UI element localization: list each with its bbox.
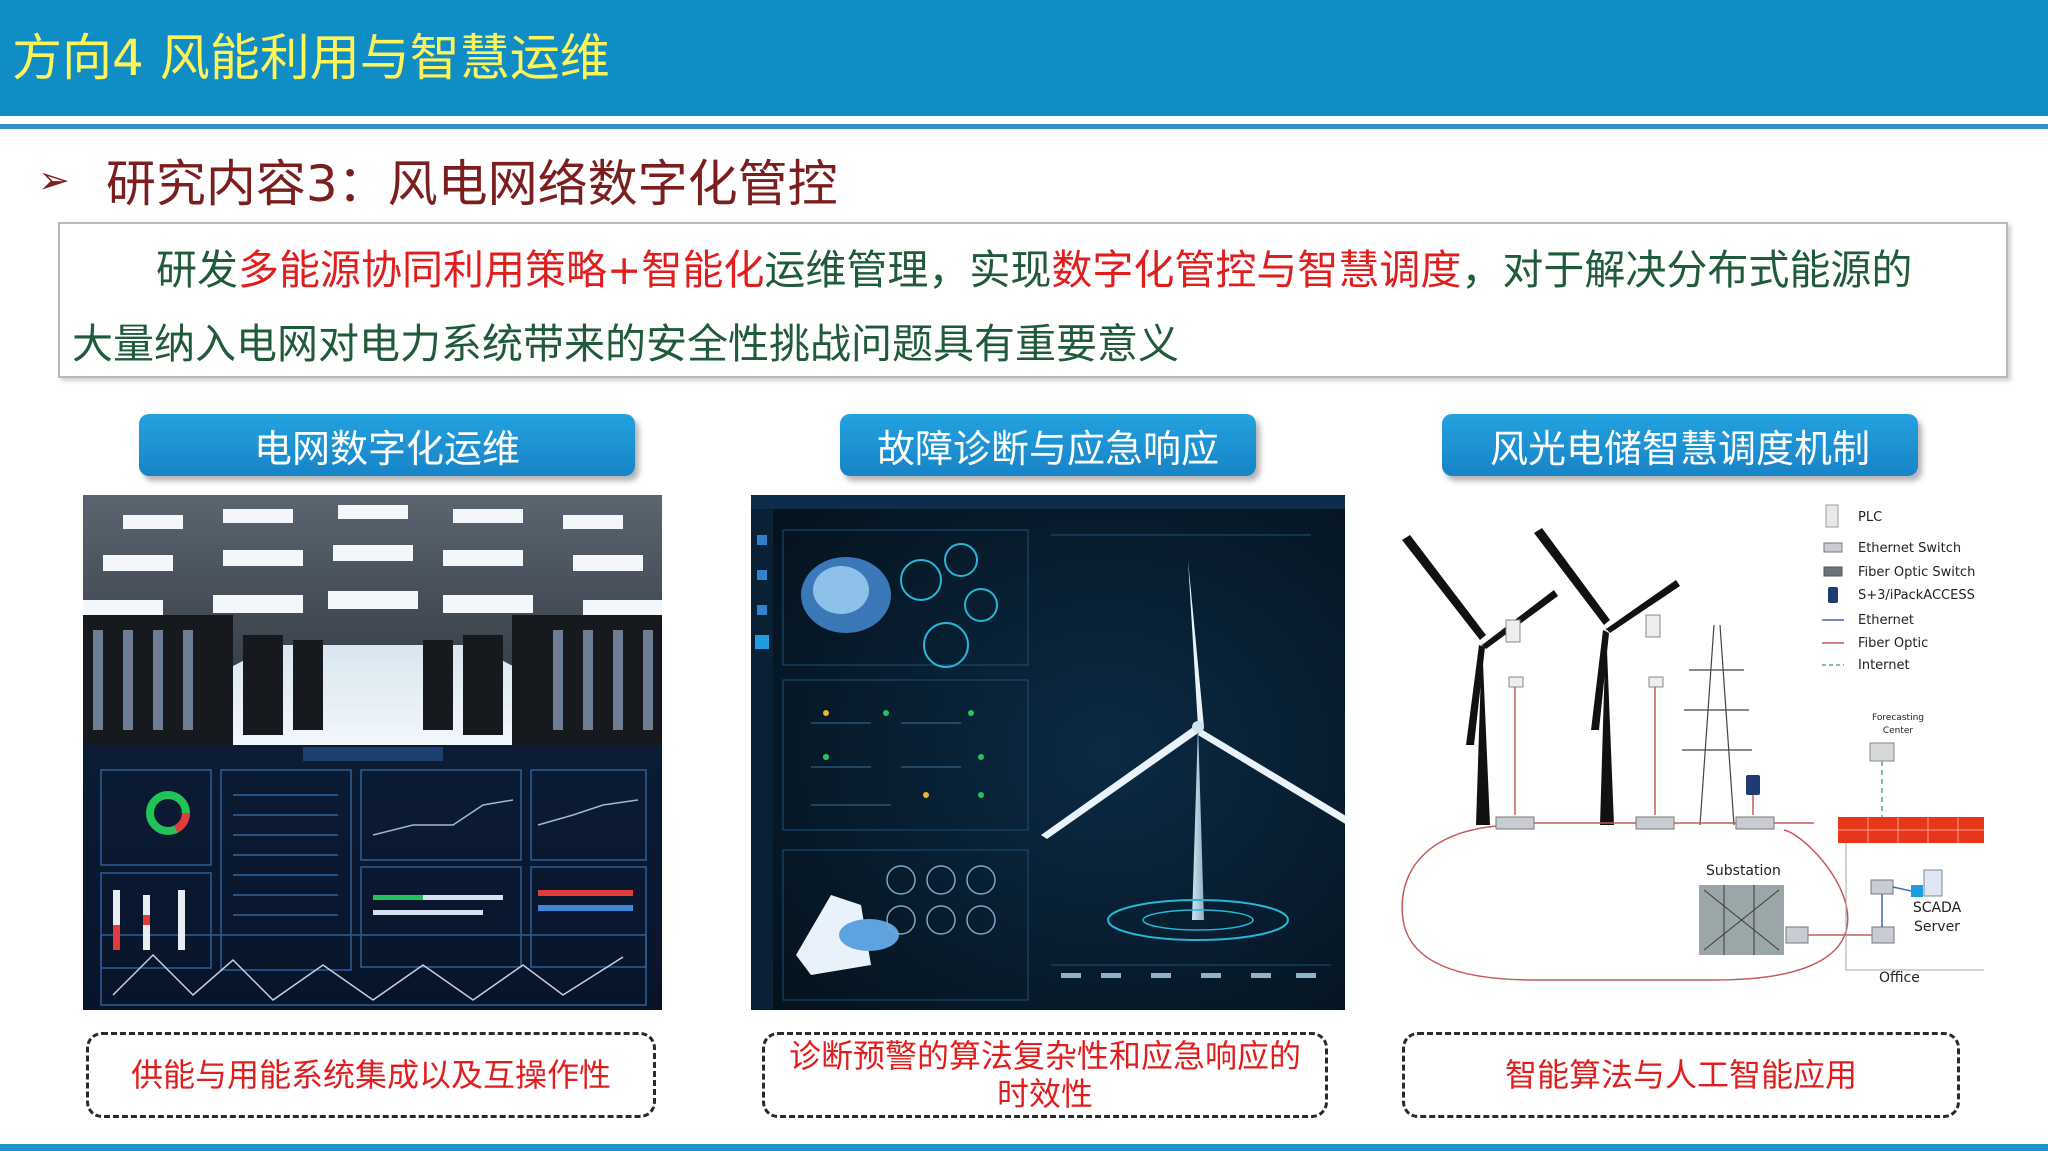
office-label: Office bbox=[1879, 970, 1920, 986]
network-diagram: PLC Ethernet Switch Fiber Optic Switch S… bbox=[1384, 495, 1984, 1005]
panel-label-dispatch: 风光电储智慧调度机制 bbox=[1442, 414, 1918, 476]
summary-highlight: 多能源协同利用策略+智能化 bbox=[238, 246, 765, 294]
arrow-bullet-icon: ➢ bbox=[38, 158, 70, 202]
caption-grid-ops: 供能与用能系统集成以及互操作性 bbox=[86, 1032, 656, 1118]
legend-ethernet-switch: Ethernet Switch bbox=[1858, 541, 1961, 556]
caption-line-2: 时效性 bbox=[996, 1075, 1093, 1113]
summary-text: ，对于解决分布式能源的 bbox=[1461, 246, 1913, 294]
summary-highlight: 数字化管控与智慧调度 bbox=[1051, 246, 1462, 294]
legend-ethernet: Ethernet bbox=[1858, 613, 1914, 628]
forecasting-label-2: Center bbox=[1883, 726, 1914, 736]
section-heading: ➢ 研究内容3：风电网络数字化管控 bbox=[38, 148, 838, 213]
title-divider bbox=[0, 124, 2048, 129]
legend-internet: Internet bbox=[1858, 658, 1910, 673]
scada-label-2: Server bbox=[1914, 919, 1960, 935]
summary-line-1: 研发多能源协同利用策略+智能化运维管理，实现数字化管控与智慧调度，对于解决分布式… bbox=[156, 242, 1912, 298]
summary-text: 运维管理，实现 bbox=[764, 246, 1052, 294]
page-title: 方向4 风能利用与智慧运维 bbox=[12, 29, 610, 87]
substation-label: Substation bbox=[1706, 863, 1781, 879]
legend-fiber-optic: Fiber Optic bbox=[1858, 636, 1928, 651]
caption-fault-diagnosis: 诊断预警的算法复杂性和应急响应的 时效性 bbox=[762, 1032, 1328, 1118]
summary-text: 研发 bbox=[156, 246, 238, 294]
summary-line-2: 大量纳入电网对电力系统带来的安全性挑战问题具有重要意义 bbox=[72, 320, 1179, 368]
legend-plc: PLC bbox=[1858, 510, 1882, 525]
scada-label-1: SCADA bbox=[1913, 900, 1962, 916]
caption-dispatch: 智能算法与人工智能应用 bbox=[1402, 1032, 1960, 1118]
panel-label-grid-ops: 电网数字化运维 bbox=[139, 414, 635, 476]
caption-line-1: 诊断预警的算法复杂性和应急响应的 bbox=[788, 1037, 1301, 1075]
bottom-divider bbox=[0, 1144, 2048, 1151]
datacenter-dashboard-image bbox=[83, 495, 662, 1010]
legend-access: S+3/iPackACCESS bbox=[1858, 588, 1975, 603]
section-title: 研究内容3：风电网络数字化管控 bbox=[105, 155, 838, 213]
legend-fiber-optic-switch: Fiber Optic Switch bbox=[1858, 565, 1975, 580]
summary-box: 研发多能源协同利用策略+智能化运维管理，实现数字化管控与智慧调度，对于解决分布式… bbox=[58, 222, 2008, 378]
turbine-monitor-image bbox=[751, 495, 1345, 1010]
panel-label-fault-diagnosis: 故障诊断与应急响应 bbox=[840, 414, 1256, 476]
forecasting-label-1: Forecasting bbox=[1872, 713, 1924, 723]
title-bar: 方向4 风能利用与智慧运维 bbox=[0, 0, 2048, 116]
